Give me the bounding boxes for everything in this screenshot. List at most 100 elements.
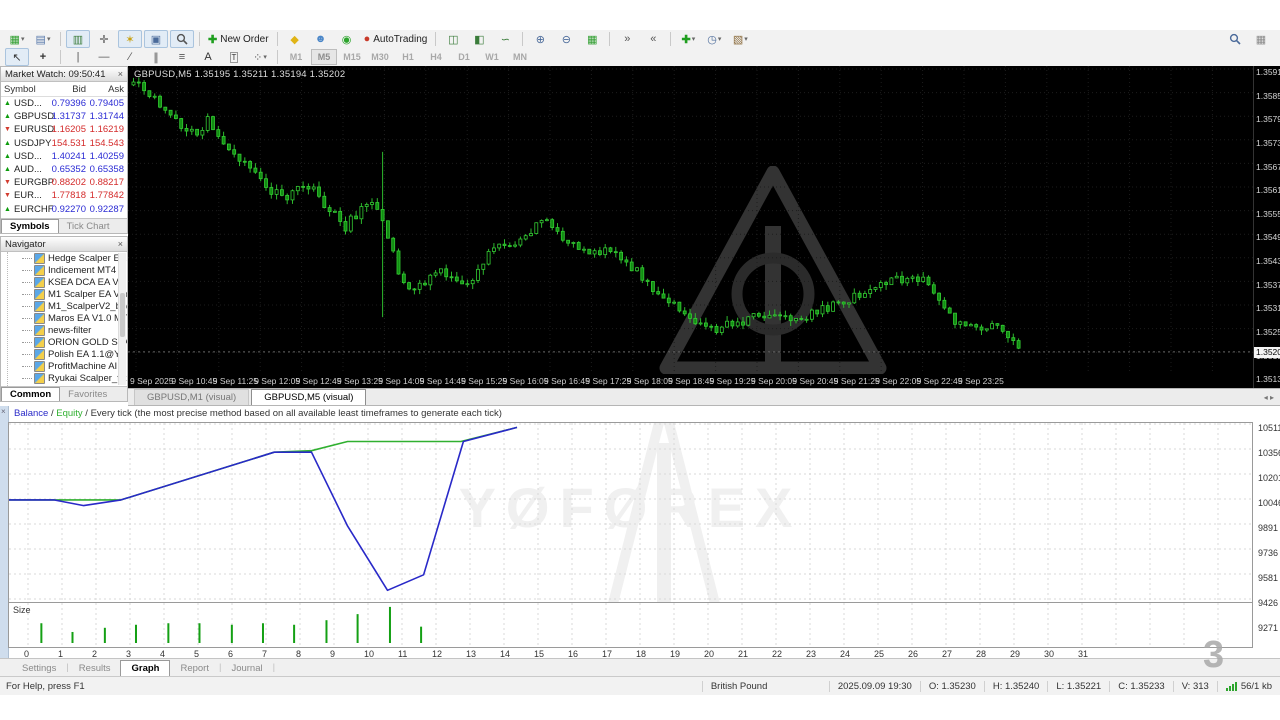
market-watch-toggle[interactable]: ▥	[66, 30, 90, 48]
market-watch-row[interactable]: ▲ USD... 0.79396 0.79405	[1, 97, 127, 110]
vertical-line-tool[interactable]: |	[66, 48, 90, 66]
candlestick-chart[interactable]	[128, 66, 1253, 374]
channel-tool[interactable]: ∥	[144, 48, 168, 66]
timeframe-d1[interactable]: D1	[451, 49, 477, 65]
crosshair-tool[interactable]: +	[31, 48, 55, 66]
navigator-item[interactable]: M1_ScalperV2_by@	[8, 300, 127, 312]
price-tick: 1.35555	[1256, 208, 1280, 219]
navigator-scrollbar[interactable]	[118, 253, 126, 385]
market-watch-row[interactable]: ▲ EURCHF 0.92270 0.92287	[1, 203, 127, 216]
scrollbar-thumb[interactable]	[120, 292, 125, 338]
tab-scroll-arrows[interactable]: ◂ ▸	[1264, 393, 1274, 402]
tab-report[interactable]: Report	[170, 661, 219, 676]
timeframe-m1[interactable]: M1	[283, 49, 309, 65]
navigator-item[interactable]: Indicement MT4	[8, 264, 127, 276]
navigator-item[interactable]: Hedge Scalper EA 2	[8, 252, 127, 264]
expert-advisor-icon	[34, 325, 45, 337]
toolbar-separator	[276, 32, 278, 46]
tab-favorites[interactable]: Favorites	[60, 388, 115, 401]
navigator-item[interactable]: Polish EA 1.1@YFP	[8, 349, 127, 361]
cursor-tool[interactable]: ↖	[5, 48, 29, 66]
zoom-in-button[interactable]: ⊕	[528, 30, 552, 48]
tab-results[interactable]: Results	[69, 661, 121, 676]
navigator-item[interactable]: news-filter	[8, 325, 127, 337]
text-label-tool[interactable]: T	[222, 48, 246, 66]
search-icon	[1229, 33, 1241, 45]
fibonacci-tool[interactable]: ≡	[170, 48, 194, 66]
search-button[interactable]	[1223, 30, 1247, 48]
trendline-tool[interactable]: ∕	[118, 48, 142, 66]
profiles-button[interactable]: ▤ ▾	[31, 30, 55, 48]
periods-button[interactable]: ◷ ▾	[702, 30, 726, 48]
close-icon[interactable]: ×	[118, 69, 123, 79]
symbol-cell: ▲ EURCHF	[1, 204, 54, 215]
navigator-tree: Hedge Scalper EA 2 Indicement MT4 KSEA DCA…	[7, 252, 127, 388]
data-window-button[interactable]: ✛	[92, 30, 116, 48]
time-tick: 9 Sep 12:05	[254, 376, 301, 386]
new-order-button[interactable]: ✚ New Order	[205, 30, 272, 48]
navigator-item[interactable]: ORION GOLD SCAL	[8, 337, 127, 349]
tab-tick-chart[interactable]: Tick Chart	[59, 220, 118, 233]
column-symbol[interactable]: Symbol	[1, 84, 51, 95]
tab-settings[interactable]: Settings	[12, 661, 66, 676]
tab-common[interactable]: Common	[1, 387, 61, 401]
market-watch-row[interactable]: ▼ EURUSD 1.16205 1.16219	[1, 123, 127, 136]
terminal-toggle[interactable]: ▣	[144, 30, 168, 48]
horizontal-line-tool[interactable]: —	[92, 48, 116, 66]
navigator-item[interactable]: Maros EA V1.0 MT4	[8, 312, 127, 325]
ask-value: 1.77842	[89, 190, 124, 202]
timeframe-h1[interactable]: H1	[395, 49, 421, 65]
market-button[interactable]: ◉	[335, 30, 359, 48]
market-watch-row[interactable]: ▲ USDJPY 154.531 154.543	[1, 137, 127, 150]
tester-graph[interactable]: YØFØREX	[8, 422, 1253, 603]
timeframe-m5[interactable]: M5	[311, 49, 337, 65]
metaquotes-icon-button[interactable]: ◆	[283, 30, 307, 48]
candlestick-chart-button[interactable]: ◧	[467, 30, 491, 48]
auto-scroll-button[interactable]: »	[615, 30, 639, 48]
strategy-tester-toggle[interactable]	[170, 30, 194, 48]
timeframe-h4[interactable]: H4	[423, 49, 449, 65]
navigator-item[interactable]: M1 Scalper EA V2@	[8, 288, 127, 300]
toolbars-menu-button[interactable]: ▦	[1249, 30, 1273, 48]
timeframe-m15[interactable]: M15	[339, 49, 365, 65]
navigator-item-label: news-filter	[48, 325, 92, 337]
arrow-up-icon: ▲	[4, 166, 11, 174]
close-icon[interactable]: ×	[1, 407, 6, 416]
tab-symbols[interactable]: Symbols	[1, 219, 59, 233]
status-high: H: 1.35240	[983, 680, 1047, 692]
line-chart-button[interactable]: ∽	[493, 30, 517, 48]
tab-journal[interactable]: Journal	[221, 661, 272, 676]
chart-shift-button[interactable]: «	[641, 30, 665, 48]
timeframe-w1[interactable]: W1	[479, 49, 505, 65]
autotrading-button[interactable]: ● AutoTrading	[361, 30, 431, 48]
navigator-item[interactable]: KSEA DCA EA V5.0	[8, 276, 127, 288]
market-watch-row[interactable]: ▲ USD... 1.40241 1.40259	[1, 150, 127, 163]
tile-windows-button[interactable]: ▦	[580, 30, 604, 48]
market-watch-row[interactable]: ▼ EUR... 1.77818 1.77842	[1, 189, 127, 202]
market-watch-row[interactable]: ▲ GBPUSD 1.31737 1.31744	[1, 110, 127, 123]
arrows-tool[interactable]: ⁘ ▾	[248, 48, 272, 66]
tab-graph[interactable]: Graph	[120, 660, 171, 676]
chart-window[interactable]: GBPUSD,M5 1.35195 1.35211 1.35194 1.3520…	[128, 66, 1280, 388]
close-icon[interactable]: ×	[118, 239, 123, 249]
zoom-out-button[interactable]: ⊖	[554, 30, 578, 48]
column-ask[interactable]: Ask	[89, 84, 127, 95]
chart-tab-m1[interactable]: GBPUSD,M1 (visual)	[134, 389, 250, 405]
text-tool[interactable]: A	[196, 48, 220, 66]
indicators-button[interactable]: ✚ ▾	[676, 30, 700, 48]
navigator-tabs: Common Favorites	[1, 386, 127, 401]
market-watch-row[interactable]: ▲ AUD... 0.65352 0.65358	[1, 163, 127, 176]
toolbar-separator	[60, 50, 61, 64]
market-watch-row[interactable]: ▼ EURGBP 0.88202 0.88217	[1, 176, 127, 189]
new-chart-button[interactable]: ▦ ▾	[5, 30, 29, 48]
community-button[interactable]: ☻	[309, 30, 333, 48]
chart-tab-m5[interactable]: GBPUSD,M5 (visual)	[251, 389, 367, 405]
navigator-item[interactable]: ProfitMachine AI V	[8, 361, 127, 373]
navigator-item[interactable]: Ryukai Scalper_fix	[8, 373, 127, 385]
templates-button[interactable]: ▧ ▾	[728, 30, 752, 48]
bar-chart-button[interactable]: ◫	[441, 30, 465, 48]
navigator-toggle[interactable]: ✶	[118, 30, 142, 48]
timeframe-m30[interactable]: M30	[367, 49, 393, 65]
column-bid[interactable]: Bid	[51, 84, 89, 95]
timeframe-mn[interactable]: MN	[507, 49, 533, 65]
